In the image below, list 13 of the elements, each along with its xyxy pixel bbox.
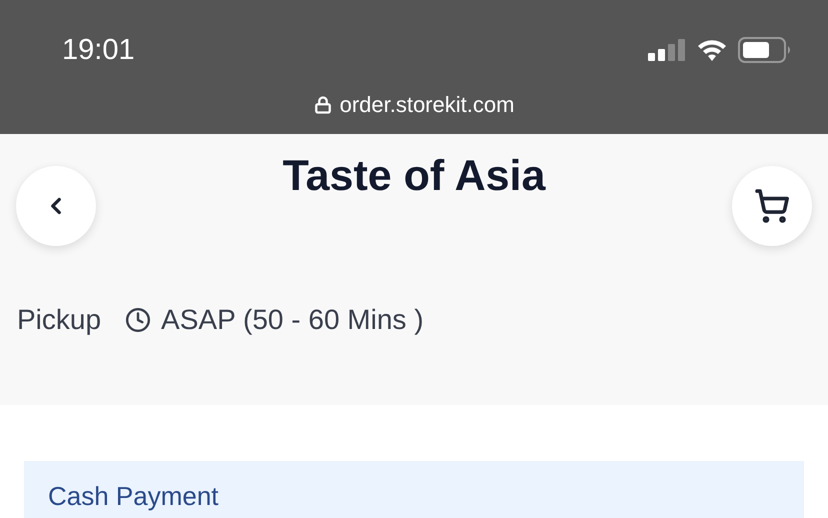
payment-card[interactable]: Cash Payment [24, 461, 804, 518]
signal-icon [648, 39, 686, 61]
lock-icon [314, 96, 332, 114]
pickup-time: ASAP (50 - 60 Mins ) [161, 304, 424, 336]
clock-icon [125, 307, 152, 333]
cart-icon [754, 188, 790, 224]
payment-title: Cash Payment [48, 481, 219, 511]
clock-time: 19:01 [62, 34, 135, 66]
wifi-icon [696, 38, 728, 62]
url-text[interactable]: order.storekit.com [340, 92, 514, 118]
store-title: Taste of Asia [282, 152, 546, 201]
battery-icon [738, 37, 792, 63]
order-mode: Pickup [17, 304, 102, 336]
